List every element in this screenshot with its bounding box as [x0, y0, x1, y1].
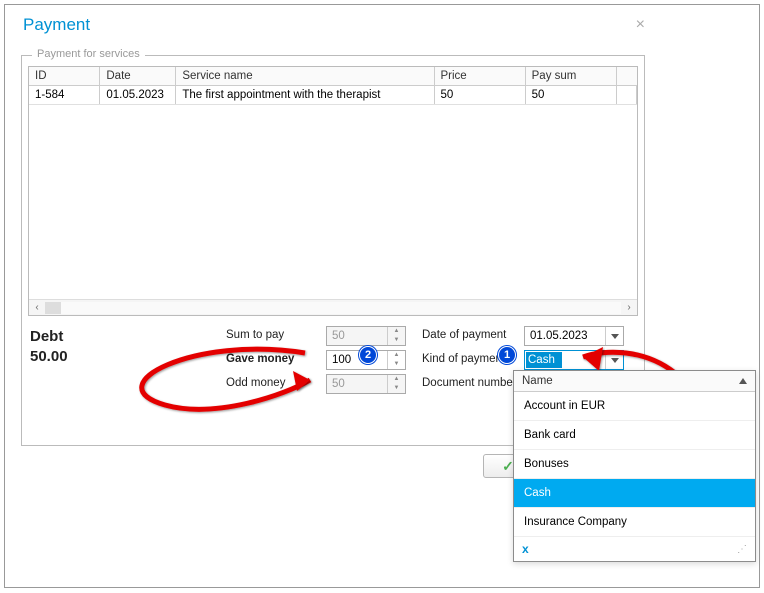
- odd-money-label: Odd money: [226, 377, 285, 389]
- table-row[interactable]: 1-584 01.05.2023 The first appointment w…: [29, 86, 637, 105]
- col-header-id[interactable]: ID: [29, 67, 100, 86]
- cell-extra: [616, 86, 636, 105]
- gave-money-label: Gave money: [226, 353, 294, 365]
- cell-service-name: The first appointment with the therapist: [176, 86, 434, 105]
- close-icon[interactable]: ×: [636, 16, 645, 34]
- col-header-date[interactable]: Date: [100, 67, 176, 86]
- cell-price: 50: [434, 86, 525, 105]
- date-of-payment-input[interactable]: [525, 327, 605, 345]
- resize-grip-icon[interactable]: ⋰: [737, 544, 747, 555]
- scroll-right-icon[interactable]: ›: [621, 300, 637, 316]
- dialog-title: Payment: [23, 15, 90, 35]
- date-dropdown-button[interactable]: [605, 327, 623, 345]
- spin-down-icon: ▼: [388, 384, 405, 393]
- chevron-down-icon: [611, 334, 619, 339]
- scroll-track[interactable]: [45, 302, 621, 314]
- col-header-pay-sum[interactable]: Pay sum: [525, 67, 616, 86]
- dropdown-item-cash[interactable]: Cash: [514, 479, 755, 508]
- annotation-badge-2: 2: [359, 346, 377, 364]
- horizontal-scrollbar[interactable]: ‹ ›: [29, 299, 637, 315]
- col-header-service-name[interactable]: Service name: [176, 67, 434, 86]
- col-header-price[interactable]: Price: [434, 67, 525, 86]
- spin-up-icon: ▲: [388, 327, 405, 336]
- dropdown-header[interactable]: Name: [514, 371, 755, 392]
- sort-asc-icon: [739, 378, 747, 384]
- scroll-thumb[interactable]: [45, 302, 61, 314]
- sum-to-pay-input: [327, 327, 387, 345]
- kind-of-payment-dropdown[interactable]: Name Account in EUR Bank card Bonuses Ca…: [513, 370, 756, 562]
- debt-value: 50.00: [30, 348, 68, 365]
- services-table: ID Date Service name Price Pay sum 1-584…: [28, 66, 638, 316]
- document-number-label: Document number: [422, 377, 517, 389]
- dropdown-item-account-eur[interactable]: Account in EUR: [514, 392, 755, 421]
- cell-pay-sum: 50: [525, 86, 616, 105]
- debt-label: Debt: [30, 328, 63, 345]
- chevron-down-icon: [611, 358, 619, 363]
- kind-of-payment-field[interactable]: [524, 350, 624, 370]
- dropdown-item-insurance-company[interactable]: Insurance Company: [514, 508, 755, 537]
- dropdown-clear-button[interactable]: x: [522, 542, 529, 556]
- dropdown-header-label: Name: [522, 375, 553, 387]
- annotation-badge-1: 1: [498, 346, 516, 364]
- sum-to-pay-field: ▲▼: [326, 326, 406, 346]
- odd-money-input: [327, 375, 387, 393]
- spin-down-icon[interactable]: ▼: [388, 360, 405, 369]
- cell-id: 1-584: [29, 86, 100, 105]
- kind-dropdown-button[interactable]: [605, 351, 623, 369]
- date-of-payment-label: Date of payment: [422, 329, 506, 341]
- gave-money-input[interactable]: [327, 351, 387, 369]
- dropdown-item-bank-card[interactable]: Bank card: [514, 421, 755, 450]
- spin-up-icon[interactable]: ▲: [388, 351, 405, 360]
- spin-up-icon: ▲: [388, 375, 405, 384]
- cell-date: 01.05.2023: [100, 86, 176, 105]
- fieldset-legend: Payment for services: [32, 48, 145, 60]
- col-header-extra: [616, 67, 636, 86]
- scroll-left-icon[interactable]: ‹: [29, 300, 45, 316]
- dropdown-item-bonuses[interactable]: Bonuses: [514, 450, 755, 479]
- kind-of-payment-label: Kind of payment: [422, 353, 505, 365]
- sum-to-pay-label: Sum to pay: [226, 329, 284, 341]
- spin-down-icon: ▼: [388, 336, 405, 345]
- date-of-payment-field[interactable]: [524, 326, 624, 346]
- odd-money-field: ▲▼: [326, 374, 406, 394]
- kind-of-payment-input[interactable]: [526, 352, 562, 368]
